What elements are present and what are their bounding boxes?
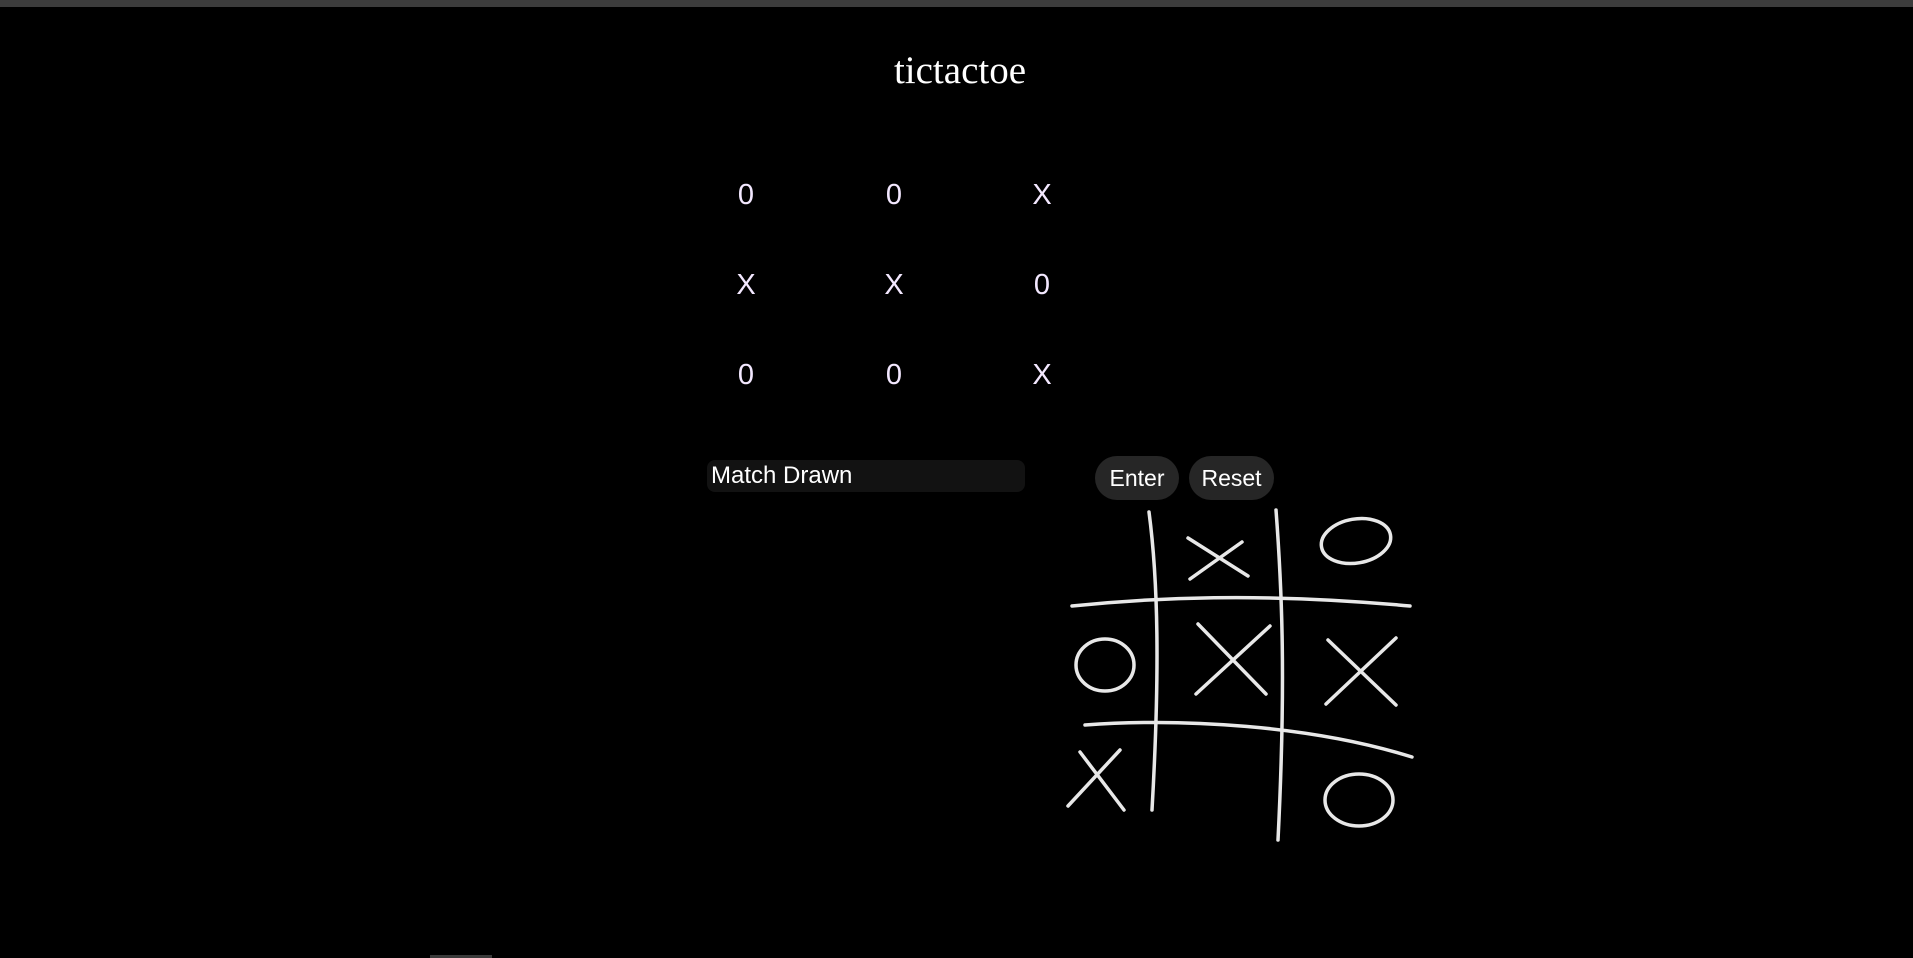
board-cell[interactable]: 0 [672,150,820,240]
tic-tac-toe-sketch-icon [1066,508,1414,842]
board-cell[interactable]: 0 [820,330,968,420]
reset-button[interactable]: Reset [1189,456,1274,500]
board-cell[interactable]: 0 [968,240,1116,330]
status-field[interactable] [707,460,1025,492]
browser-top-bar [0,0,1913,7]
board-cell[interactable]: X [968,150,1116,240]
enter-button[interactable]: Enter [1095,456,1179,500]
board-cell[interactable]: X [820,240,968,330]
board-cell[interactable]: 0 [820,150,968,240]
page-title: tictactoe [893,49,1027,92]
board-cell[interactable]: 0 [672,330,820,420]
board-cell[interactable]: X [968,330,1116,420]
board-cell[interactable]: X [672,240,820,330]
game-board: 0 0 X X X 0 0 0 X [672,150,1116,420]
